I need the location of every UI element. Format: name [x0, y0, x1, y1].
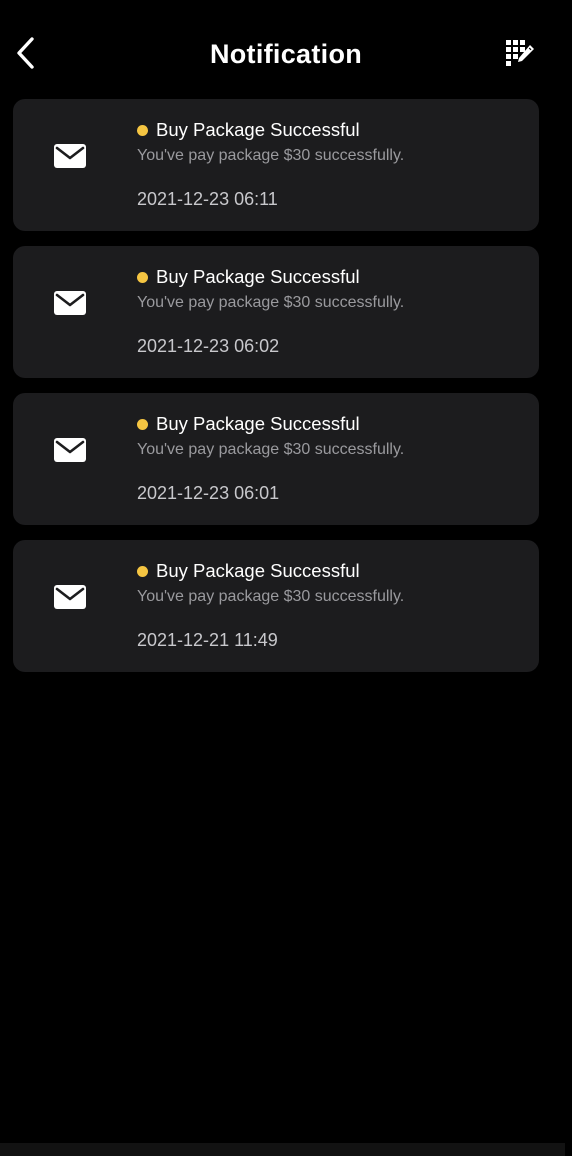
notification-time: 2021-12-21 11:49	[137, 630, 278, 650]
notification-title: Buy Package Successful	[156, 266, 360, 287]
notification-message: You've pay package $30 successfully.	[137, 294, 405, 311]
envelope-icon	[54, 291, 86, 315]
notification-title: Buy Package Successful	[156, 413, 360, 434]
mark-all-read-button[interactable]	[498, 32, 542, 76]
notification-card[interactable]: Buy Package Successful You've pay package…	[13, 246, 539, 378]
envelope-icon	[54, 585, 86, 609]
unread-dot	[137, 272, 148, 283]
unread-dot	[137, 419, 148, 430]
unread-dot	[137, 566, 148, 577]
page-title: Notification	[209, 39, 363, 69]
envelope-icon	[54, 438, 86, 462]
notification-card[interactable]: Buy Package Successful You've pay package…	[13, 540, 539, 672]
notification-time: 2021-12-23 06:02	[137, 336, 280, 356]
notification-message: You've pay package $30 successfully.	[137, 147, 405, 164]
notification-card[interactable]: Buy Package Successful You've pay package…	[13, 99, 539, 231]
grid-edit-icon	[506, 40, 534, 66]
unread-dot	[137, 125, 148, 136]
notification-card[interactable]: Buy Package Successful You've pay package…	[13, 393, 539, 525]
envelope-icon	[54, 144, 86, 168]
notification-time: 2021-12-23 06:11	[137, 189, 278, 209]
notification-time: 2021-12-23 06:01	[137, 483, 280, 503]
notification-title: Buy Package Successful	[156, 560, 360, 581]
bottom-bar	[0, 1143, 565, 1156]
notification-list: Buy Package Successful You've pay package…	[13, 99, 539, 687]
notification-message: You've pay package $30 successfully.	[137, 441, 405, 458]
notification-title: Buy Package Successful	[156, 119, 360, 140]
header: Notification	[0, 0, 572, 100]
notification-message: You've pay package $30 successfully.	[137, 588, 405, 605]
